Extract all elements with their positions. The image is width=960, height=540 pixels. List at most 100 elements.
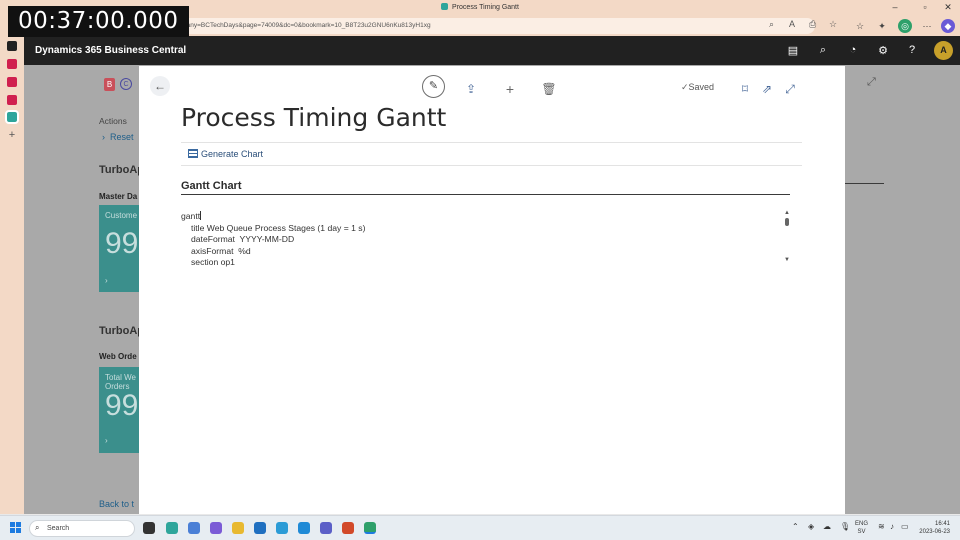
group-subtitle: Master Da	[99, 192, 138, 201]
copilot-icon[interactable]: ◆	[941, 19, 955, 33]
app-icon[interactable]	[188, 522, 200, 534]
tab-icon[interactable]	[7, 59, 17, 69]
divider	[845, 183, 884, 184]
expand-icon[interactable]: ⤢	[867, 76, 876, 89]
app-icon[interactable]	[166, 522, 178, 534]
user-avatar[interactable]: A	[934, 41, 953, 60]
page-title: Process Timing Gantt	[181, 103, 447, 132]
text-cursor	[200, 211, 202, 220]
app-name[interactable]: Dynamics 365 Business Central	[35, 45, 186, 56]
windows-start-icon[interactable]	[10, 522, 22, 534]
maximize-button[interactable]: ▫	[915, 2, 935, 12]
extensions-icon[interactable]: ✦	[875, 19, 889, 33]
battery-icon[interactable]: ▭	[901, 522, 909, 531]
edge-icon[interactable]	[276, 522, 288, 534]
expand-icon[interactable]: ⤢	[781, 80, 799, 98]
tile-chevron-icon: ›	[105, 436, 108, 445]
search-icon[interactable]: ⌕	[816, 44, 830, 57]
favorite-star-icon[interactable]: ☆	[829, 19, 837, 30]
outlook-icon[interactable]	[254, 522, 266, 534]
new-tab-icon[interactable]: +	[7, 130, 17, 141]
scroll-down-arrow-icon[interactable]: ▼	[783, 257, 791, 263]
read-aloud-icon[interactable]: A	[789, 19, 795, 29]
wifi-icon[interactable]: ≋	[878, 522, 885, 531]
close-window-button[interactable]: ✕	[938, 2, 958, 13]
powerpoint-icon[interactable]	[342, 522, 354, 534]
delete-trash-icon[interactable]: 🗑	[540, 80, 558, 98]
code-line: section op1	[191, 257, 235, 267]
share-icon[interactable]: ⇪	[462, 80, 480, 98]
tile-value: 99	[105, 389, 139, 422]
bc-favicon-icon	[441, 3, 449, 10]
active-tab-icon[interactable]	[5, 110, 19, 124]
app-icon[interactable]	[210, 522, 222, 534]
back-arrow-icon[interactable]: ←	[150, 76, 170, 96]
minimize-button[interactable]: –	[885, 2, 905, 12]
recording-timer: 00:37:00.000	[8, 6, 189, 37]
scroll-up-arrow-icon[interactable]: ▲	[783, 210, 791, 216]
volume-icon[interactable]: ♪	[890, 522, 894, 531]
cue-tile[interactable]: Total We Orders 99 ›	[99, 367, 139, 453]
app-available-icon[interactable]: ⎙	[809, 19, 816, 30]
bc-header: Dynamics 365 Business Central ▤ ⌕ ◔ ⚙ ? …	[24, 36, 960, 65]
section-divider	[181, 194, 790, 195]
back-link[interactable]: Back to t	[99, 499, 134, 509]
saved-status: ✓Saved	[681, 82, 715, 92]
more-menu-icon[interactable]: ⋯	[920, 19, 934, 33]
edge-dev-icon[interactable]	[364, 522, 376, 534]
profile-extension-icon[interactable]: ◎	[898, 19, 912, 33]
search-icon: ⌕	[35, 523, 40, 532]
new-plus-icon[interactable]: +	[501, 80, 519, 98]
action-bar: Generate Chart	[181, 142, 802, 166]
scroll-thumb[interactable]	[785, 218, 789, 226]
notification-bell-icon[interactable]: ◔	[846, 44, 860, 56]
gantt-code-textarea[interactable]: gantt title Web Queue Process Stages (1 …	[181, 211, 761, 269]
vertical-tab-strip: +	[0, 36, 24, 514]
tab-icon[interactable]	[7, 95, 17, 105]
tray-app-icon[interactable]: ◈	[808, 522, 814, 531]
taskbar: ⌕ Search ⌃ ◈ ☁ 🎙 ENG SV ≋ ♪ ▭ 16:41 2023-0…	[0, 515, 960, 540]
tray-chevron-icon[interactable]: ⌃	[792, 522, 799, 531]
vscode-icon[interactable]	[298, 522, 310, 534]
section-title: Gantt Chart	[181, 180, 242, 192]
bookmark-icon[interactable]: ⌑	[736, 80, 754, 98]
document-icon[interactable]: ▤	[786, 44, 800, 57]
code-line: axisFormat %d	[191, 245, 251, 256]
address-bar[interactable]: ompany=BCTechDays&page=74009&dc=0&bookma…	[170, 18, 815, 34]
generate-chart-button[interactable]: Generate Chart	[188, 149, 263, 159]
favorites-icon[interactable]: ☆	[853, 19, 867, 33]
actions-label: Actions	[99, 116, 127, 126]
page-dialog: ← ✎ ⇪ + 🗑 ✓Saved ⌑ ⇗ ⤢ Process Timing Ga…	[139, 66, 845, 514]
code-line: gantt	[181, 211, 202, 221]
teams-icon[interactable]	[320, 522, 332, 534]
group-title: TurboAp	[99, 164, 145, 176]
settings-gear-icon[interactable]: ⚙	[876, 44, 890, 57]
language-indicator[interactable]: ENG SV	[855, 520, 868, 536]
cue-tile[interactable]: Custome 99 ›	[99, 205, 139, 292]
file-explorer-icon[interactable]	[232, 522, 244, 534]
check-icon: ✓	[681, 82, 689, 92]
tile-caption: Custome	[105, 211, 138, 220]
microphone-icon[interactable]: 🎙	[840, 522, 850, 531]
tab-icon[interactable]	[7, 41, 17, 51]
onedrive-icon[interactable]: ☁	[823, 522, 831, 531]
badge-c: C	[120, 78, 132, 90]
tab-icon[interactable]	[7, 77, 17, 87]
reset-link[interactable]: › Reset	[102, 132, 134, 142]
task-view-icon[interactable]	[143, 522, 155, 534]
tile-value: 99	[105, 227, 139, 260]
code-line: dateFormat YYYY-MM-DD	[191, 234, 295, 244]
taskbar-search[interactable]: ⌕ Search	[29, 520, 135, 537]
group-title: TurboAp	[99, 325, 145, 337]
open-new-window-icon[interactable]: ⇗	[758, 80, 776, 98]
badge-b: B	[104, 78, 115, 91]
textarea-scrollbar[interactable]: ▲ ▼	[783, 210, 791, 270]
tile-chevron-icon: ›	[105, 276, 108, 285]
group-subtitle: Web Orde	[99, 352, 137, 361]
table-icon	[188, 149, 198, 158]
zoom-icon[interactable]: ⌕	[769, 19, 774, 30]
code-line: title Web Queue Process Stages (1 day = …	[191, 222, 366, 233]
taskbar-clock[interactable]: 16:41 2023-06-23	[912, 520, 950, 536]
edit-pencil-icon[interactable]: ✎	[422, 75, 445, 98]
help-icon[interactable]: ?	[905, 44, 919, 56]
